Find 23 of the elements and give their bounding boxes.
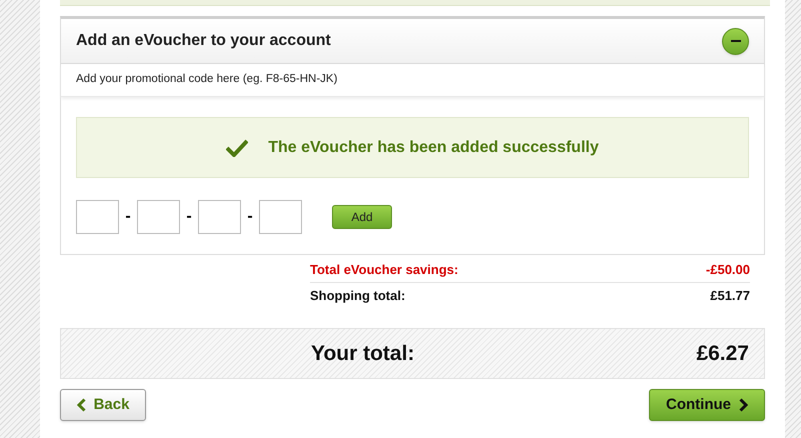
code-input[interactable]: [198, 200, 241, 234]
code-input[interactable]: [137, 200, 180, 234]
summary-label: Total eVoucher savings:: [310, 261, 458, 280]
summary-value: £51.77: [710, 286, 750, 305]
back-button[interactable]: Back: [60, 389, 146, 421]
success-message: The eVoucher has been added successfully: [268, 138, 599, 158]
code-input[interactable]: [259, 200, 302, 234]
code-input[interactable]: [76, 200, 119, 234]
separator-text: -: [124, 207, 132, 227]
chevron-left-icon: [76, 398, 86, 412]
checkmark-icon: [226, 138, 248, 156]
summary-label: Shopping total:: [310, 286, 406, 305]
separator-text: -: [246, 207, 254, 227]
summary-value: -£50.00: [706, 261, 750, 280]
total-value: £6.27: [696, 340, 749, 367]
total-label: Your total:: [311, 340, 414, 367]
separator-text: -: [185, 207, 193, 227]
collapse-button[interactable]: [722, 28, 749, 54]
instruction-text: Add your promotional code here (eg. F8-65-HN-JK): [76, 72, 338, 88]
add-button[interactable]: Add: [332, 205, 392, 229]
chevron-right-icon: [739, 398, 748, 412]
continue-button[interactable]: Continue: [649, 389, 765, 421]
panel-title: Add an eVoucher to your account: [76, 31, 331, 51]
